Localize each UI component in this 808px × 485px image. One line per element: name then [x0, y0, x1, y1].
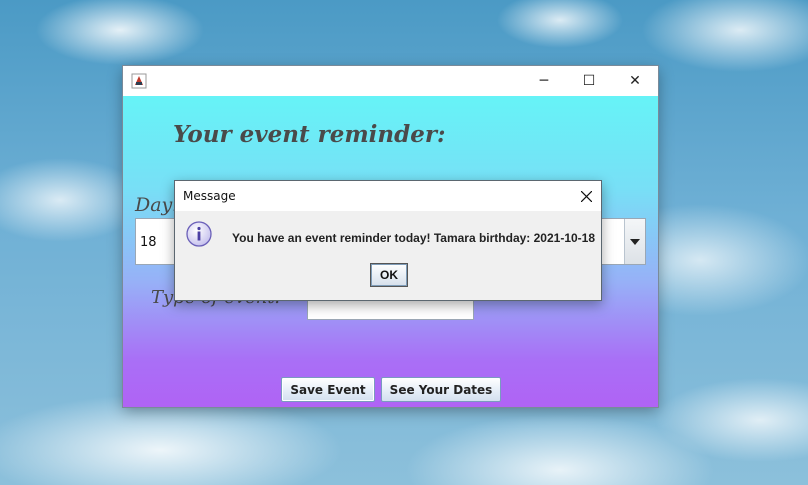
ok-button[interactable]: OK	[370, 263, 408, 287]
minimize-button[interactable]: ─	[521, 66, 567, 96]
maximize-button[interactable]: ☐	[566, 66, 612, 96]
dialog-titlebar[interactable]: Message	[175, 181, 601, 211]
save-event-button[interactable]: Save Event	[281, 377, 375, 402]
info-icon	[186, 221, 212, 247]
close-icon	[580, 190, 592, 202]
window-titlebar[interactable]: ─ ☐ ✕	[123, 66, 658, 96]
dialog-close-button[interactable]	[571, 181, 601, 211]
see-dates-button[interactable]: See Your Dates	[381, 377, 501, 402]
dialog-message: You have an event reminder today! Tamara…	[232, 231, 596, 245]
dialog-title: Message	[183, 189, 236, 203]
message-dialog: Message You have an event reminder today…	[174, 180, 602, 301]
day-select-value: 18	[140, 235, 157, 250]
day-label: Day:	[135, 194, 179, 216]
chevron-down-icon[interactable]	[624, 219, 645, 264]
close-window-button[interactable]: ✕	[612, 66, 658, 96]
java-cup-icon	[131, 73, 147, 89]
page-title: Your event reminder:	[173, 121, 446, 148]
